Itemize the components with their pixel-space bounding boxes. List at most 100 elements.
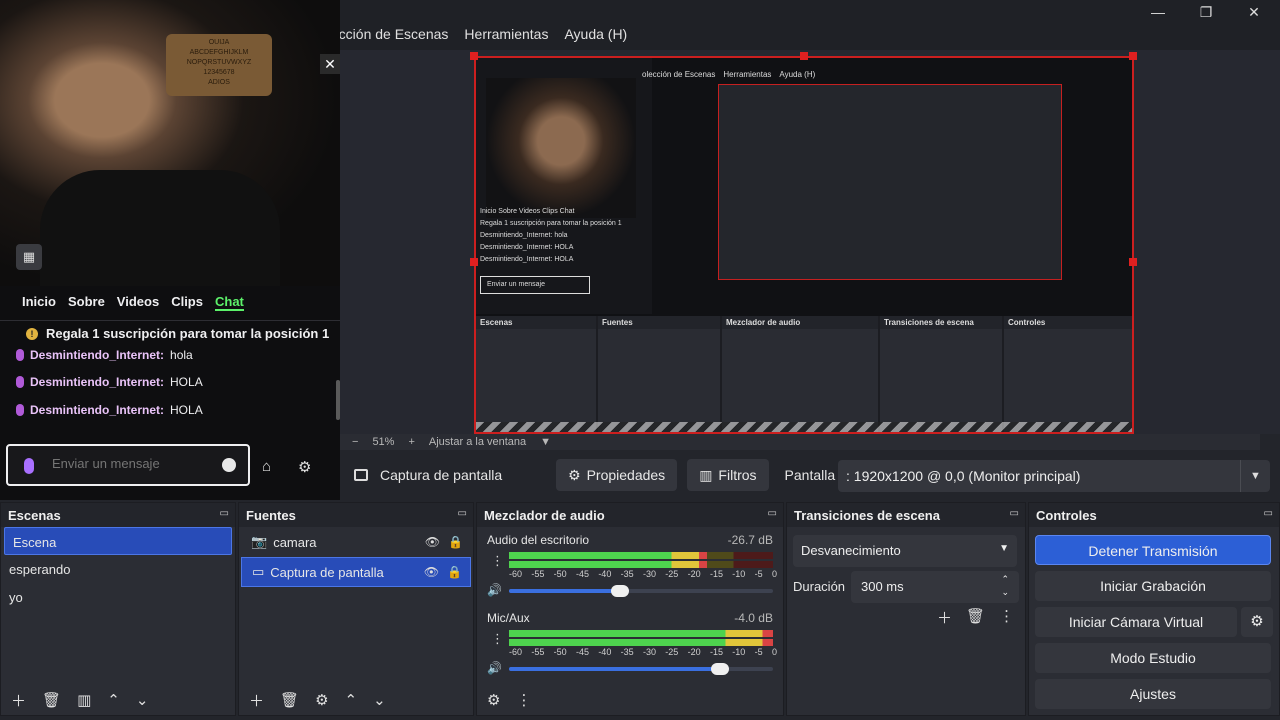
store-icon[interactable]: ⌂ (262, 458, 271, 475)
move-down-icon[interactable]: ⌄ (136, 691, 149, 709)
resize-handle-tr[interactable] (1129, 52, 1137, 60)
nested-chat: Inicio Sobre Videos Clips Chat Regala 1 … (480, 206, 622, 294)
speaker-icon[interactable]: 🔊 (487, 661, 502, 675)
mixer-toolbar: ⚙ ⋮ (477, 685, 783, 715)
undock-icon[interactable]: ▭ (458, 508, 467, 519)
properties-button[interactable]: ⚙ Propiedades (556, 459, 678, 491)
lock-icon[interactable]: 🔒 (448, 535, 463, 549)
zoom-out-button[interactable]: − (352, 436, 358, 448)
tick-label: -30 (642, 569, 656, 579)
close-icon[interactable]: ✕ (320, 54, 340, 74)
tick-label: -55 (531, 569, 545, 579)
eye-icon[interactable]: 👁 (424, 565, 439, 579)
gear-icon[interactable]: ⚙ (298, 458, 311, 476)
tick-label: 0 (771, 569, 777, 579)
fit-to-window[interactable]: Ajustar a la ventana (429, 436, 526, 448)
kebab-menu-icon[interactable]: ⋮ (491, 553, 504, 569)
tick-label: -40 (598, 569, 612, 579)
tab-chat[interactable]: Chat (214, 294, 244, 311)
source-item-screen-capture[interactable]: ▭ Captura de pantalla 👁 🔒 (241, 557, 471, 587)
trash-icon[interactable]: 🗑 (966, 607, 985, 628)
gear-icon[interactable]: ⚙ (315, 691, 328, 709)
move-down-icon[interactable]: ⌄ (373, 691, 386, 709)
kebab-menu-icon[interactable]: ⋮ (516, 691, 531, 709)
start-recording-button[interactable]: Iniciar Grabación (1035, 571, 1271, 601)
tab-inicio[interactable]: Inicio (22, 294, 56, 311)
zoom-in-button[interactable]: + (408, 436, 414, 448)
tick-label: -25 (665, 569, 679, 579)
move-up-icon[interactable]: ⌃ (345, 691, 358, 709)
settings-button[interactable]: Ajustes (1035, 679, 1271, 709)
filter-icon: ▥ (699, 466, 713, 483)
meter-ticks: -60 -55 -50 -45 -40 -35 -30 -25 -20 -15 -10 -5 0 (509, 569, 777, 579)
undock-icon[interactable]: ▭ (220, 508, 229, 519)
preview-canvas[interactable]: Inicio Sobre Videos Clips Chat Regala 1 … (474, 56, 1134, 434)
resize-handle-tl[interactable] (470, 52, 478, 60)
add-icon[interactable]: ＋ (249, 690, 264, 711)
menu-help[interactable]: Ayuda (H) (564, 26, 627, 42)
scene-item[interactable]: Escena (4, 527, 232, 555)
trash-icon[interactable]: 🗑 (280, 691, 299, 709)
gift-sub-banner[interactable]: ! Regala 1 suscripción para tomar la pos… (26, 326, 329, 341)
filters-button[interactable]: ▥ Filtros (687, 459, 769, 491)
display-select[interactable]: : 1920x1200 @ 0,0 (Monitor principal) ▼ (838, 460, 1270, 492)
stop-streaming-button[interactable]: Detener Transmisión (1035, 535, 1271, 565)
emoji-icon[interactable] (222, 458, 236, 472)
filter-icon[interactable]: ▥ (77, 691, 91, 709)
minimize-button[interactable]: — (1146, 4, 1170, 21)
eye-icon[interactable]: 👁 (425, 535, 440, 549)
start-virtual-camera-button[interactable]: Iniciar Cámara Virtual (1035, 607, 1237, 637)
gear-icon[interactable]: ⚙ (1241, 607, 1273, 637)
tick-label: 0 (771, 647, 777, 657)
trash-icon[interactable]: 🗑 (42, 691, 61, 709)
maximize-button[interactable]: ❐ (1194, 4, 1218, 21)
kebab-menu-icon[interactable]: ⋮ (999, 607, 1014, 628)
slider-knob[interactable] (711, 663, 730, 675)
add-icon[interactable]: ＋ (937, 607, 952, 628)
volume-slider[interactable] (509, 585, 773, 597)
scenes-dock: Escenas ▭ Escena esperando yo ＋ 🗑 ▥ ⌃ ⌄ (0, 502, 236, 716)
lock-icon[interactable]: 🔒 (447, 565, 462, 579)
scene-item[interactable]: yo (1, 583, 235, 611)
tab-clips[interactable]: Clips (171, 294, 203, 311)
menu-tools[interactable]: Herramientas (464, 26, 548, 42)
duration-spinbox[interactable]: 300 ms ⌃ ⌄ (851, 571, 1019, 603)
monitor-icon (354, 469, 368, 481)
chat-message: Desmintiendo_Internet: HOLA (16, 375, 203, 389)
meter-ticks: -60 -55 -50 -45 -40 -35 -30 -25 -20 -15 -10 -5 0 (509, 647, 777, 657)
nested-preview (718, 84, 1062, 280)
slider-knob[interactable] (610, 585, 629, 597)
speaker-icon[interactable]: 🔊 (487, 583, 502, 597)
tick-label: -10 (732, 569, 746, 579)
chat-input-box[interactable] (6, 444, 250, 486)
add-icon[interactable]: ＋ (11, 690, 26, 711)
transition-select[interactable]: Desvanecimiento ▼ (793, 535, 1017, 567)
tick-label: -60 (509, 569, 523, 579)
resize-handle-r[interactable] (1129, 258, 1137, 266)
monitor-icon: ▭ (252, 564, 265, 579)
chat-input[interactable] (52, 456, 212, 471)
scene-item[interactable]: esperando (1, 555, 235, 583)
chat-scrollbar[interactable] (336, 380, 340, 420)
studio-mode-button[interactable]: Modo Estudio (1035, 643, 1271, 673)
tick-label: -15 (709, 647, 723, 657)
mic-icon (24, 458, 34, 474)
kebab-menu-icon[interactable]: ⋮ (491, 631, 504, 647)
zoom-bar: − 51% + Ajustar a la ventana ▼ (340, 434, 1260, 450)
move-up-icon[interactable]: ⌃ (107, 691, 120, 709)
undock-icon[interactable]: ▭ (768, 508, 777, 519)
resize-handle-t[interactable] (800, 52, 808, 60)
gift-icon[interactable]: ▦ (16, 244, 42, 270)
resize-handle-l[interactable] (470, 258, 478, 266)
mixer-channel: Mic/Aux -4.0 dB ⋮ -60 -55 -50 -45 -40 -35 -30-… (487, 611, 777, 675)
volume-slider[interactable] (509, 663, 773, 675)
tab-videos[interactable]: Videos (117, 294, 159, 311)
undock-icon[interactable]: ▭ (1264, 508, 1273, 519)
tab-sobre[interactable]: Sobre (68, 294, 105, 311)
zoom-dropdown-icon[interactable]: ▼ (540, 436, 551, 448)
close-window-button[interactable]: ✕ (1242, 4, 1266, 21)
spin-arrows-icon[interactable]: ⌃ ⌄ (1001, 573, 1009, 599)
undock-icon[interactable]: ▭ (1010, 508, 1019, 519)
source-item-camera[interactable]: 📷 camara 👁 🔒 (241, 527, 471, 557)
gear-icon[interactable]: ⚙ (487, 691, 500, 709)
